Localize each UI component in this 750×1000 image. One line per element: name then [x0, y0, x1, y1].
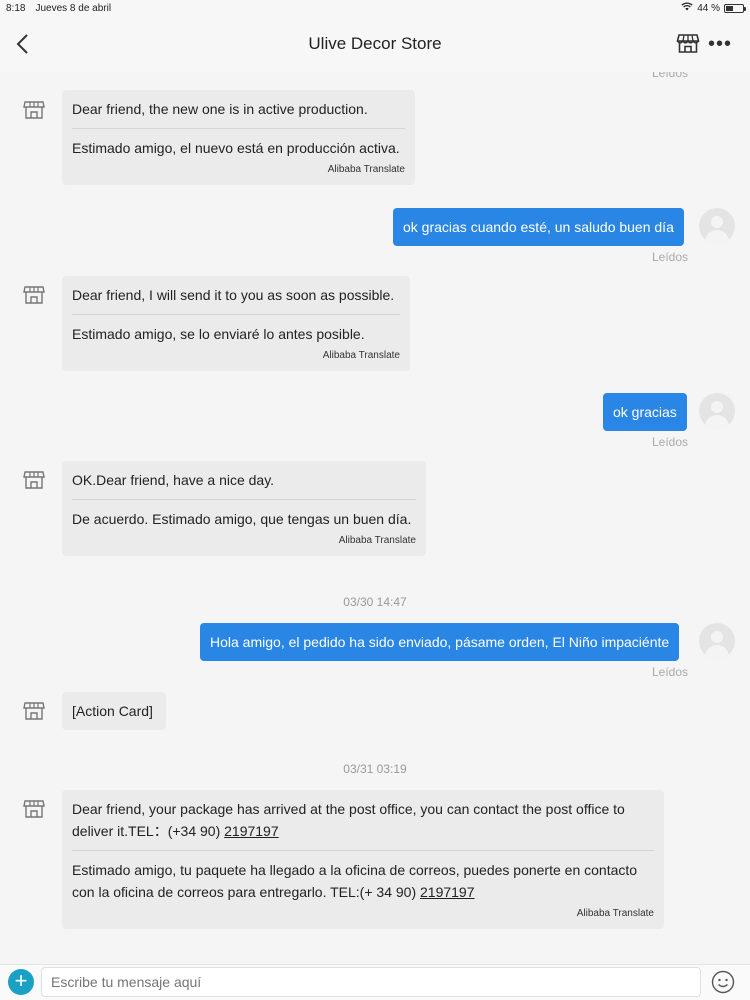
- user-avatar-icon[interactable]: [699, 208, 735, 244]
- phone-link[interactable]: 2197197: [420, 884, 475, 900]
- timestamp-separator: 03/30 14:47: [343, 595, 407, 609]
- input-bar: +: [0, 964, 750, 1000]
- read-receipt: Leídos: [652, 435, 689, 449]
- message-original-text: Dear friend, I will send it to you as so…: [72, 287, 395, 303]
- translate-attribution: Alibaba Translate: [338, 535, 416, 546]
- store-avatar-icon[interactable]: [23, 469, 45, 491]
- message-translation: Estimado amigo, el nuevo está en producc…: [72, 140, 400, 156]
- battery-percent: 44 %: [697, 2, 720, 14]
- message-text-line: Dear friend, your package has arrived at…: [72, 801, 625, 817]
- message-text-line: con la oficina de correos para entregarl…: [72, 884, 420, 900]
- battery-icon: [724, 3, 746, 13]
- incoming-message: OK.Dear friend, have a nice day. De acue…: [62, 461, 426, 556]
- translate-attribution: Alibaba Translate: [322, 350, 400, 361]
- message-original-text: OK.Dear friend, have a nice day.: [72, 472, 275, 488]
- outgoing-message: ok gracias cuando esté, un saludo buen d…: [393, 208, 684, 246]
- message-text-line: deliver it.TEL：(+34 90): [72, 823, 225, 839]
- incoming-message: Dear friend, the new one is in active pr…: [62, 90, 415, 185]
- store-avatar-icon[interactable]: [23, 700, 45, 722]
- message-translation: De acuerdo. Estimado amigo, que tengas u…: [72, 511, 412, 527]
- plus-icon[interactable]: +: [8, 969, 34, 995]
- translate-attribution: Alibaba Translate: [327, 164, 405, 175]
- store-avatar-icon[interactable]: [23, 99, 45, 121]
- translate-attribution: Alibaba Translate: [576, 908, 654, 919]
- more-icon[interactable]: •••: [708, 30, 732, 58]
- read-receipt: Leídos: [652, 250, 689, 264]
- divider: [72, 850, 654, 851]
- back-chevron-icon[interactable]: [10, 30, 34, 58]
- store-avatar-icon[interactable]: [23, 798, 45, 820]
- incoming-message: Dear friend, I will send it to you as so…: [62, 276, 410, 371]
- incoming-message: Dear friend, your package has arrived at…: [62, 790, 664, 929]
- store-icon[interactable]: [676, 31, 700, 60]
- outgoing-message: Hola amigo, el pedido ha sido enviado, p…: [200, 623, 680, 661]
- message-original-text: Dear friend, your package has arrived at…: [72, 798, 654, 842]
- emoji-icon[interactable]: [711, 970, 735, 999]
- chat-header: Ulive Decor Store •••: [0, 16, 750, 72]
- status-date: Jueves 8 de abril: [35, 2, 112, 14]
- message-translation: Estimado amigo, tu paquete ha llegado a …: [72, 859, 654, 903]
- message-list[interactable]: Leídos Dear friend, the new one is in ac…: [0, 72, 750, 964]
- read-receipt: Leídos: [652, 72, 689, 80]
- outgoing-message: ok gracias: [603, 393, 687, 431]
- phone-link[interactable]: 2197197: [224, 823, 279, 839]
- page-title: Ulive Decor Store: [308, 34, 442, 53]
- status-time: 8:18: [6, 2, 26, 14]
- timestamp-separator: 03/31 03:19: [343, 762, 407, 776]
- status-bar: 8:18 Jueves 8 de abril 44 %: [0, 0, 750, 16]
- action-card-label: [Action Card]: [72, 703, 153, 719]
- message-input[interactable]: [41, 967, 701, 997]
- message-translation: Estimado amigo, se lo enviaré lo antes p…: [72, 326, 365, 342]
- divider: [72, 499, 416, 500]
- divider: [72, 128, 405, 129]
- read-receipt: Leídos: [652, 665, 689, 679]
- user-avatar-icon[interactable]: [699, 623, 735, 659]
- message-text-line: Estimado amigo, tu paquete ha llegado a …: [72, 862, 638, 878]
- user-avatar-icon[interactable]: [699, 393, 735, 429]
- store-avatar-icon[interactable]: [23, 284, 45, 306]
- wifi-icon: [681, 2, 693, 14]
- divider: [72, 314, 400, 315]
- message-original-text: Dear friend, the new one is in active pr…: [72, 101, 368, 117]
- action-card[interactable]: [Action Card]: [62, 692, 166, 730]
